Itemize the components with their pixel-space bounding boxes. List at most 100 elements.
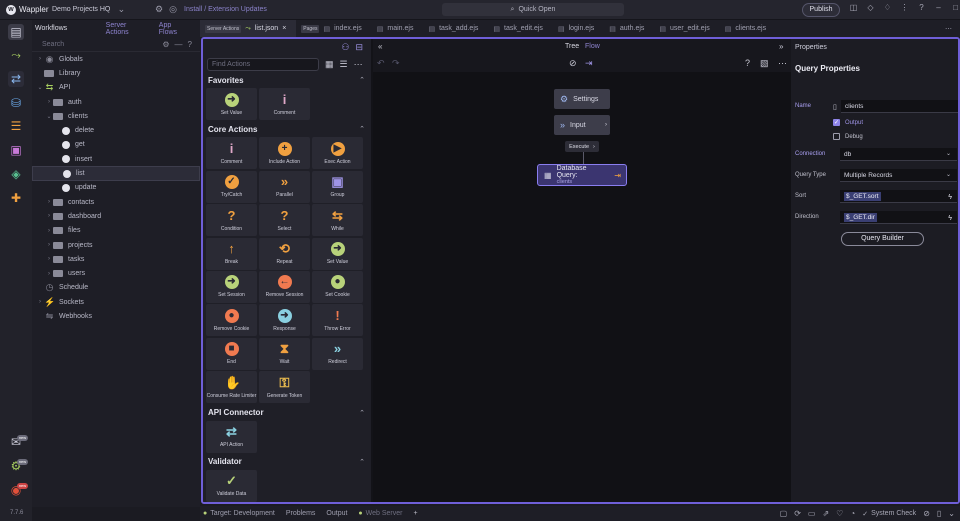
debug-checkbox-row[interactable]: Debug (791, 133, 958, 143)
tree-item-update[interactable]: update (32, 181, 200, 195)
settings-node[interactable]: ⚙ Settings (554, 89, 610, 109)
quick-open-input[interactable]: ⌕ Quick Open (442, 3, 624, 16)
dynamic-data-icon[interactable]: ϟ (948, 212, 952, 225)
web-server-toggle[interactable]: ● Web Server (358, 510, 402, 517)
notifications-icon[interactable]: ◇ (863, 3, 878, 12)
action-remove-cookie[interactable]: ● Remove Cookie (206, 304, 257, 337)
tree-item-sockets[interactable]: › ⚡ Sockets (32, 295, 200, 309)
action-while[interactable]: ⇆ While (312, 204, 363, 237)
action-comment[interactable]: i Comment (206, 137, 257, 170)
problems-tab[interactable]: Problems (286, 510, 316, 517)
tree-item-projects[interactable]: › projects (32, 238, 200, 252)
tab-app-flows[interactable]: App Flows (159, 22, 190, 36)
collapse-icon[interactable]: — (175, 40, 183, 49)
action-set-value[interactable]: ➜ Set Value (312, 237, 363, 270)
more-tabs-icon[interactable]: ⋯ (945, 25, 960, 33)
action-consume-rate-limiter[interactable]: ✋ Consume Rate Limiter (206, 371, 257, 404)
disable-icon[interactable]: ⊘ (569, 58, 577, 69)
action-break[interactable]: ↑ Break (206, 237, 257, 270)
tree-item-dashboard[interactable]: › dashboard (32, 209, 200, 223)
system-check-button[interactable]: ✓ System Check (862, 510, 916, 518)
action-set-value[interactable]: ➜ Set Value (206, 88, 257, 120)
tree-item-files[interactable]: › files (32, 224, 200, 238)
database-icon[interactable]: ⛁ (8, 95, 24, 111)
tree-item-auth[interactable]: › auth (32, 95, 200, 109)
tree-item-tasks[interactable]: › tasks (32, 252, 200, 266)
more-icon[interactable]: ⋯ (354, 59, 363, 70)
chevron-up-icon[interactable]: ⌃ (359, 76, 365, 84)
action-response[interactable]: ➜ Response (259, 304, 310, 337)
resources-icon[interactable]: ☰ (8, 118, 24, 134)
gear-icon[interactable]: ⚙ (162, 40, 169, 49)
sidebar-search[interactable]: Search ⚙ — ? (32, 37, 200, 52)
output-checkbox-row[interactable]: ✓ Output (791, 119, 958, 129)
more-icon[interactable]: ⋯ (778, 58, 787, 69)
share-icon[interactable]: ⇗ (822, 509, 829, 518)
trash-icon[interactable]: ▯ (937, 509, 941, 518)
help-icon[interactable]: ? (745, 58, 750, 68)
help-icon[interactable]: ? (188, 40, 192, 49)
action-comment[interactable]: i Comment (259, 88, 310, 120)
sort-input[interactable]: $_GET.sort ϟ (840, 190, 957, 203)
bell-icon[interactable]: ♢ (880, 3, 895, 12)
caret-icon[interactable]: › (45, 228, 53, 234)
direction-input[interactable]: $_GET.dir ϟ (840, 211, 957, 224)
output-checkbox[interactable]: ✓ (833, 119, 840, 126)
install-updates-link[interactable]: Install / Extension Updates (184, 6, 414, 13)
tree-item-globals[interactable]: › ◉ Globals (32, 52, 200, 66)
image-icon[interactable]: ▧ (760, 58, 769, 69)
tree-item-api[interactable]: ⌄ ⇆ API (32, 81, 200, 95)
preview-icon[interactable]: ▭ (808, 509, 816, 518)
close-icon[interactable]: × (282, 25, 286, 32)
caret-icon[interactable]: › (45, 213, 53, 219)
collapse-right-icon[interactable]: » (779, 42, 783, 51)
publish-button[interactable]: Publish (802, 3, 840, 17)
tab-task-add-ejs[interactable]: ▤ task_add.ejs (423, 20, 488, 37)
pages-icon[interactable]: ▤ (8, 24, 24, 40)
database-query-node[interactable]: ▦ Database Query: clients ⇥ (537, 164, 627, 186)
tree-item-library[interactable]: Library (32, 66, 200, 80)
redo-icon[interactable]: ↷ (392, 58, 400, 69)
panel-icon[interactable]: ▢ (780, 509, 788, 518)
tree-item-get[interactable]: get (32, 138, 200, 152)
debug-checkbox[interactable] (833, 133, 840, 140)
action-validate-data[interactable]: ✓ Validate Data (206, 469, 257, 502)
gear-icon[interactable]: ⚙ (152, 4, 166, 15)
target-selector[interactable]: ● Target: Development (203, 510, 275, 517)
caret-icon[interactable]: › (45, 199, 53, 205)
server-connect-icon[interactable]: ⇄ (8, 71, 24, 87)
tab-tree[interactable]: Tree (565, 43, 579, 50)
query-builder-button[interactable]: Query Builder (841, 232, 924, 246)
caret-icon[interactable]: ⌄ (36, 84, 44, 91)
workflows-icon[interactable]: ⤳ (8, 47, 24, 63)
tab-login-ejs[interactable]: ▤ login.ejs (553, 20, 604, 37)
action-generate-token[interactable]: ⚿ Generate Token (259, 371, 310, 404)
caret-icon[interactable]: › (45, 256, 53, 262)
refresh-icon[interactable]: ⟳ (794, 509, 801, 518)
help-icon[interactable]: ? (914, 3, 929, 12)
output-tab[interactable]: Output (326, 510, 347, 517)
action-set-cookie[interactable]: ● Set Cookie (312, 270, 363, 303)
action-exec-action[interactable]: ▶ Exec Action (312, 137, 363, 170)
caret-icon[interactable]: › (45, 99, 53, 105)
dynamic-data-icon[interactable]: ϟ (948, 191, 952, 204)
tree-item-users[interactable]: › users (32, 266, 200, 280)
undo-icon[interactable]: ↶ (377, 58, 385, 69)
chevron-up-icon[interactable]: ⌃ (359, 409, 365, 417)
execute-node[interactable]: Execute › (565, 141, 599, 152)
extensions-icon[interactable]: ✚ (8, 190, 24, 206)
action-end[interactable]: ■ End (206, 337, 257, 370)
grid-view-icon[interactable]: ▦ (325, 59, 334, 70)
query-type-select[interactable]: Multiple Records ⌄ (840, 169, 957, 182)
tab-user-edit-ejs[interactable]: ▤ user_edit.ejs (654, 20, 719, 37)
disable-icon[interactable]: ⊘ (923, 509, 930, 518)
caret-icon[interactable]: › (45, 271, 53, 277)
find-actions-input[interactable]: Find Actions (207, 58, 319, 71)
section-core-actions[interactable]: Core Actions ⌃ (203, 122, 371, 136)
tab-flow[interactable]: Flow (585, 43, 600, 50)
caret-icon[interactable]: ⌄ (45, 113, 53, 120)
caret-icon[interactable]: › (36, 299, 44, 305)
chevron-down-icon[interactable]: ⌄ (948, 509, 955, 518)
chevron-up-icon[interactable]: ⌃ (359, 458, 365, 466)
tree-item-webhooks[interactable]: ⇋ Webhooks (32, 309, 200, 323)
